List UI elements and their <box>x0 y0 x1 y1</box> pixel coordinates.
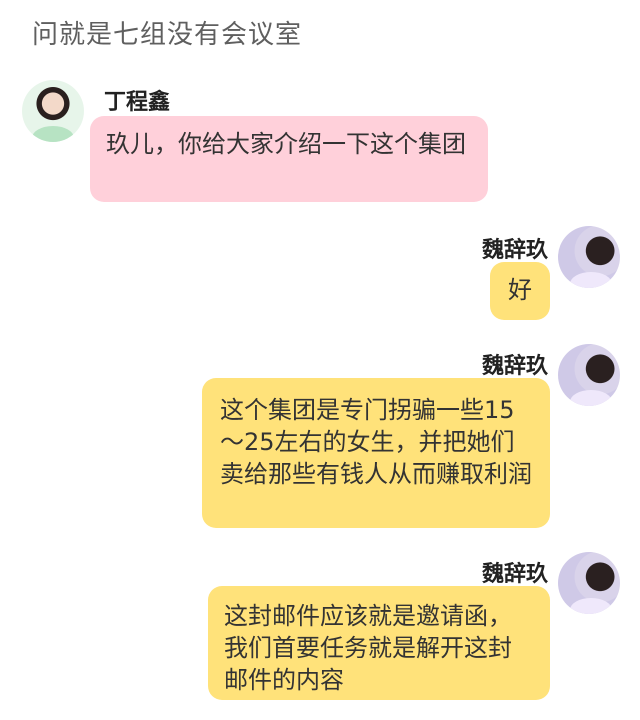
sender-name: 魏辞玖 <box>481 354 548 379</box>
sender-name: 丁程鑫 <box>104 90 171 115</box>
chat-title: 问就是七组没有会议室 <box>32 20 303 50</box>
message-bubble: 玖儿，你给大家介绍一下这个集团 <box>90 116 488 202</box>
avatar[interactable] <box>558 344 620 406</box>
avatar[interactable] <box>558 552 620 614</box>
avatar-shirt-shape <box>570 390 612 406</box>
avatar-shirt-shape <box>570 598 612 614</box>
message-bubble: 这封邮件应该就是邀请函，我们首要任务就是解开这封邮件的内容 <box>208 586 550 700</box>
sender-name: 魏辞玖 <box>481 562 548 587</box>
avatar-shirt-shape <box>570 272 612 288</box>
avatar[interactable] <box>558 226 620 288</box>
avatar-shirt-shape <box>32 126 74 142</box>
avatar[interactable] <box>22 80 84 142</box>
message-bubble: 好 <box>490 262 550 320</box>
sender-name: 魏辞玖 <box>481 238 548 263</box>
message-bubble: 这个集团是专门拐骗一些15～25左右的女生，并把她们卖给那些有钱人从而赚取利润 <box>202 378 550 528</box>
